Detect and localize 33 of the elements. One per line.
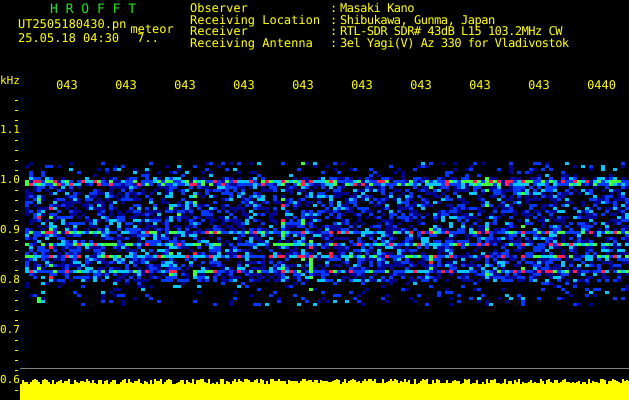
info-value: RTL-SDR SDR# 43dB L15 103.2MHz CW (340, 26, 562, 38)
time-label: 043 (409, 78, 433, 92)
axis-label: 1.0 (0, 174, 20, 186)
info-label: Observer (190, 3, 248, 14)
info-label: Receiving Antenna (190, 38, 314, 49)
info-label: Receiver (190, 26, 248, 38)
file-name: UT2505180430.pn (18, 18, 126, 31)
time-label: 043 (350, 78, 374, 92)
info-value: Masaki Kano (340, 3, 414, 14)
axis-label: 0.6 (0, 374, 20, 386)
time-label: 043 (173, 78, 197, 92)
time-label: 043 (468, 78, 492, 92)
time-label: 043 (291, 78, 315, 92)
time-label: 043 (232, 78, 256, 92)
axis-label: 0.9 (0, 224, 20, 236)
axis-label: 1.1 (0, 124, 20, 136)
info-value: 3el Yagi(V) Az 330 for Vladivostok (340, 38, 569, 49)
axis-label: 0.7 (0, 324, 20, 336)
info-separator: : (330, 3, 338, 14)
info-separator: : (330, 26, 338, 38)
time-label: 043 (527, 78, 551, 92)
time-label: 043 (114, 78, 138, 92)
info-separator: : (330, 38, 338, 49)
info-value: Shibukawa, Gunma, Japan (340, 14, 495, 26)
info-separator: : (330, 14, 338, 26)
app-title: H R O F F T (49, 3, 138, 17)
axis-label: 0.8 (0, 274, 20, 286)
time-label: 0440 (586, 78, 617, 92)
event-count: 7.. (137, 32, 159, 45)
info-label: Receiving Location (190, 14, 322, 26)
time-label: 043 (55, 78, 79, 92)
date-time: 25.05.18 04:30 (18, 32, 120, 45)
axis-unit: kHz (0, 74, 21, 86)
